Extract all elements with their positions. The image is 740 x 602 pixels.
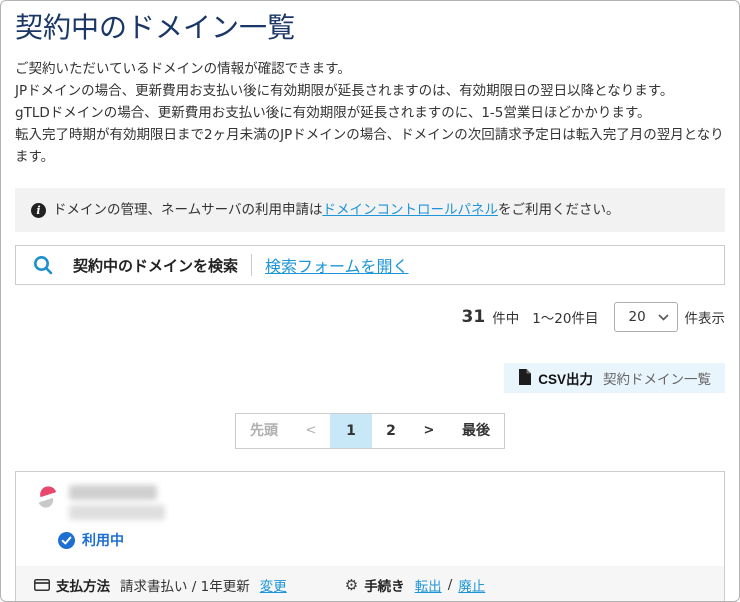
pagination: 先頭 < 1 2 > 最後: [235, 413, 505, 449]
search-label: 契約中のドメインを検索: [73, 256, 239, 275]
pagination-page-2[interactable]: 2: [372, 414, 410, 448]
per-page-select[interactable]: 20: [613, 302, 678, 332]
info-icon: i: [31, 202, 46, 218]
notice-box: i ドメインの管理、ネームサーバの利用申請はドメインコントロールパネルをご利用く…: [15, 188, 725, 232]
intro-text: ご契約いただいているドメインの情報が確認できます。 JPドメインの場合、更新費用…: [15, 58, 725, 168]
domain-card-footer: 支払方法 請求書払い / 1年更新 変更 ⚙ 手続き 転出 / 廃止 i サービ…: [16, 566, 724, 601]
results-range: 1〜20件目: [532, 311, 599, 327]
per-page-suffix: 件表示: [684, 311, 726, 327]
cancel-domain-link[interactable]: 廃止: [458, 575, 485, 595]
procedure-label: 手続き: [364, 579, 405, 595]
intro-line-4: 転入完了時期が有効期限日まで2ヶ月未満のJPドメインの場合、ドメインの次回請求予…: [15, 127, 724, 165]
csv-export-button[interactable]: CSV出力 契約ドメイン一覧: [504, 363, 725, 393]
page-title: 契約中のドメイン一覧: [15, 11, 296, 44]
csv-list-label: 契約ドメイン一覧: [603, 372, 711, 387]
site-favicon-icon: [34, 484, 61, 511]
per-page-value: 20: [628, 309, 646, 325]
gear-icon: ⚙: [344, 575, 359, 594]
domain-name-redacted-line2: [69, 505, 165, 520]
search-bar: 契約中のドメインを検索 検索フォームを開く: [15, 245, 725, 285]
intro-line-3: gTLDドメインの場合、更新費用お支払い後に有効期限が延長されますのに、1-5営…: [15, 105, 651, 121]
domain-card-head: [34, 482, 706, 520]
intro-line-2: JPドメインの場合、更新費用お支払い後に有効期限が延長されますのは、有効期限日の…: [15, 83, 674, 99]
domain-name[interactable]: [69, 482, 165, 520]
pagination-prev[interactable]: <: [292, 414, 330, 448]
pagination-page-1[interactable]: 1: [330, 414, 372, 448]
payment-card-icon: [34, 579, 50, 591]
open-search-form-link[interactable]: 検索フォームを開く: [265, 253, 409, 277]
domain-list-page: 契約中のドメイン一覧 ご契約いただいているドメインの情報が確認できます。 JPド…: [0, 0, 740, 602]
file-icon: [518, 368, 532, 388]
control-panel-link[interactable]: ドメインコントロールパネル: [322, 202, 498, 218]
csv-export-label: CSV出力: [538, 372, 593, 387]
payment-label: 支払方法: [56, 579, 110, 595]
payment-value: 請求書払い / 1年更新: [120, 579, 250, 595]
status-row: 利用中: [58, 530, 706, 550]
check-circle-icon: [58, 531, 75, 549]
notice-text-before: ドメインの管理、ネームサーバの利用申請は: [53, 202, 323, 218]
payment-change-link[interactable]: 変更: [260, 575, 287, 595]
pagination-last[interactable]: 最後: [448, 414, 504, 448]
domain-name-redacted-line1: [69, 485, 157, 500]
payment-procedure-row: 支払方法 請求書払い / 1年更新 変更 ⚙ 手続き 転出 / 廃止: [34, 575, 706, 595]
results-total-suffix: 件中: [492, 311, 520, 327]
domain-card-top: 利用中: [16, 472, 724, 560]
domain-card: 利用中 支払方法 請求書払い / 1年更新 変更 ⚙ 手続き 転出 / 廃止: [15, 471, 725, 601]
pagination-next[interactable]: >: [410, 414, 448, 448]
status-badge: 利用中: [82, 533, 124, 549]
results-row: 31 件中 1〜20件目 20 件表示: [15, 302, 725, 332]
pagination-wrap: 先頭 < 1 2 > 最後: [15, 413, 725, 449]
csv-row: CSV出力 契約ドメイン一覧: [15, 363, 725, 393]
search-divider: [251, 254, 253, 276]
results-total: 31: [461, 307, 486, 327]
transfer-out-link[interactable]: 転出: [415, 575, 442, 595]
procedure-separator: /: [447, 577, 453, 593]
search-icon: [32, 254, 54, 276]
notice-text-after: をご利用ください。: [497, 202, 620, 218]
pagination-first[interactable]: 先頭: [236, 414, 292, 448]
notice-text: ドメインの管理、ネームサーバの利用申請はドメインコントロールパネルをご利用くださ…: [53, 200, 619, 220]
chevron-down-icon: [657, 309, 669, 325]
intro-line-1: ご契約いただいているドメインの情報が確認できます。: [15, 61, 351, 77]
